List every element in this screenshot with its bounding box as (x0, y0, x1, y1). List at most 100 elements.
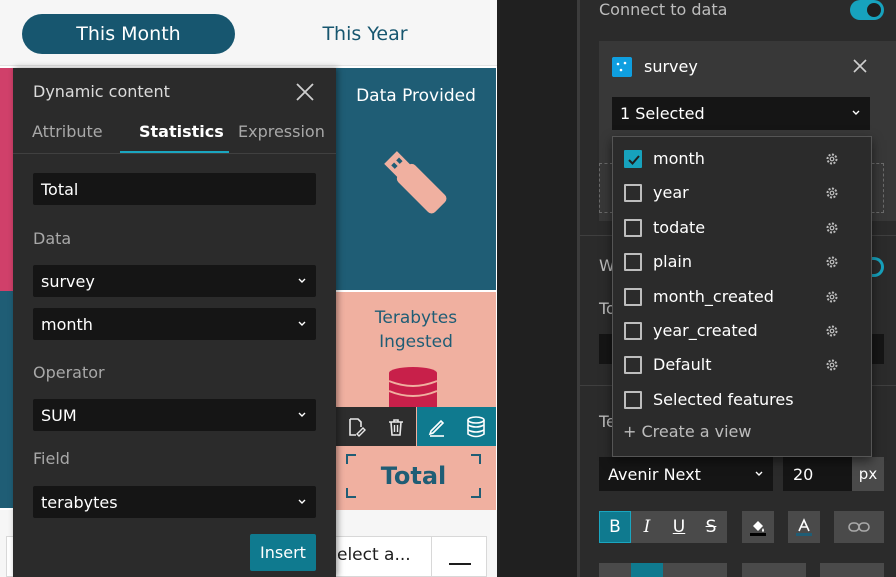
usb-drive-icon (384, 151, 447, 214)
gear-icon[interactable] (825, 221, 839, 235)
indent-buttons[interactable] (820, 563, 884, 577)
connect-to-data-label: Connect to data (599, 0, 728, 19)
checkbox[interactable] (624, 288, 642, 306)
align-left-button[interactable] (599, 563, 631, 577)
tab-expression[interactable]: Expression (238, 122, 325, 141)
tab-statistics[interactable]: Statistics (139, 122, 224, 141)
field-value: terabytes (41, 492, 118, 512)
link-button[interactable] (834, 511, 884, 543)
data-label: Data (33, 229, 72, 248)
gear-icon[interactable] (825, 358, 839, 372)
tab-this-month[interactable]: This Month (22, 14, 235, 54)
view-select-value: 1 Selected (620, 104, 705, 123)
checkbox-checked[interactable] (624, 150, 642, 168)
checkbox[interactable] (624, 184, 642, 202)
align-right-button[interactable] (663, 563, 695, 577)
toolbar-left-group (336, 407, 416, 446)
list-item-plain[interactable]: plain (613, 245, 871, 279)
data-view-value: month (41, 314, 93, 334)
font-color-button[interactable] (788, 511, 820, 543)
connect-to-data-toggle[interactable] (850, 0, 884, 20)
edit-dynamic-icon[interactable] (344, 415, 368, 439)
font-family-select[interactable]: Avenir Next (599, 457, 773, 491)
view-select[interactable]: 1 Selected (612, 97, 870, 130)
gear-icon[interactable] (825, 186, 839, 200)
align-justify-button[interactable] (695, 563, 727, 577)
checkmark-icon (628, 155, 640, 165)
bold-button[interactable]: B (599, 511, 631, 543)
checkbox[interactable] (624, 356, 642, 374)
list-item-year[interactable]: year (613, 176, 871, 210)
tab-attribute[interactable]: Attribute (32, 122, 103, 141)
chevron-down-icon (298, 321, 306, 326)
pencil-icon (428, 419, 444, 437)
period-tab-bar: This Month This Year (0, 0, 497, 66)
list-item-month[interactable]: month (613, 142, 871, 176)
field-select[interactable]: terabytes (33, 486, 316, 518)
close-icon[interactable] (852, 58, 868, 74)
chevron-down-icon (298, 278, 306, 283)
list-item-month-created[interactable]: month_created (613, 280, 871, 314)
create-view-link[interactable]: + Create a view (623, 422, 751, 441)
operator-label: Operator (33, 363, 105, 382)
gear-icon[interactable] (825, 290, 839, 304)
strikethrough-button[interactable]: S (695, 511, 727, 543)
list-item-label: plain (653, 252, 692, 271)
operator-value: SUM (41, 405, 77, 425)
list-item-label: month (653, 149, 705, 168)
list-item-selected-features[interactable]: Selected features (613, 383, 871, 417)
pink-card-edge (0, 68, 14, 291)
field-label: Field (33, 449, 70, 468)
list-item-year-created[interactable]: year_created (613, 314, 871, 348)
data-source-select[interactable]: survey (33, 265, 316, 297)
font-size-input[interactable]: 20 (783, 457, 852, 491)
edit-text-button[interactable] (425, 415, 449, 439)
gear-icon[interactable] (825, 324, 839, 338)
operator-select[interactable]: SUM (33, 399, 316, 431)
checkbox[interactable] (624, 322, 642, 340)
checkbox[interactable] (624, 219, 642, 237)
font-size-value: 20 (793, 464, 814, 484)
chevron-down-icon (298, 499, 306, 504)
trash-icon (389, 418, 403, 436)
teal-card-edge (0, 291, 14, 508)
setting-input-partial[interactable] (599, 334, 613, 364)
highlight-color-button[interactable] (742, 511, 774, 543)
total-text-editor[interactable]: Total (346, 454, 481, 498)
delete-button[interactable] (384, 415, 408, 439)
checkbox[interactable] (624, 391, 642, 409)
connect-data-button[interactable] (464, 415, 488, 439)
chevron-down-icon (298, 412, 306, 417)
add-data-dropzone-left (599, 163, 613, 213)
data-provided-card[interactable]: Data Provided (336, 68, 496, 290)
tab-this-year[interactable]: This Year (260, 14, 470, 54)
paint-bucket-icon (750, 521, 766, 536)
italic-button[interactable]: I (631, 511, 663, 543)
text-input[interactable]: Total (33, 173, 316, 205)
database-icon (388, 367, 438, 407)
minus-icon[interactable] (449, 563, 471, 565)
total-value-text[interactable]: Total (346, 454, 481, 498)
edit-doc-icon (349, 417, 366, 437)
insert-button[interactable]: Insert (250, 534, 316, 571)
gear-icon[interactable] (825, 152, 839, 166)
feature-layer-icon (612, 57, 632, 77)
selection-bar-divider (431, 537, 432, 577)
data-view-select[interactable]: month (33, 308, 316, 340)
tab-divider (13, 153, 336, 154)
data-source-name: survey (644, 57, 698, 76)
list-item-label: Default (653, 355, 712, 374)
terabytes-title-line1: Terabytes (374, 308, 458, 328)
list-item-label: todate (653, 218, 706, 237)
close-icon[interactable] (294, 81, 316, 103)
list-item-todate[interactable]: todate (613, 211, 871, 245)
list-buttons[interactable] (742, 563, 806, 577)
canvas-gutter (497, 0, 577, 577)
font-size-unit[interactable]: px (852, 457, 884, 491)
underline-button[interactable]: U (663, 511, 695, 543)
checkbox[interactable] (624, 253, 642, 271)
dynamic-content-title: Dynamic content (33, 82, 170, 101)
gear-icon[interactable] (825, 255, 839, 269)
list-item-default[interactable]: Default (613, 348, 871, 382)
align-center-button[interactable] (631, 563, 663, 577)
